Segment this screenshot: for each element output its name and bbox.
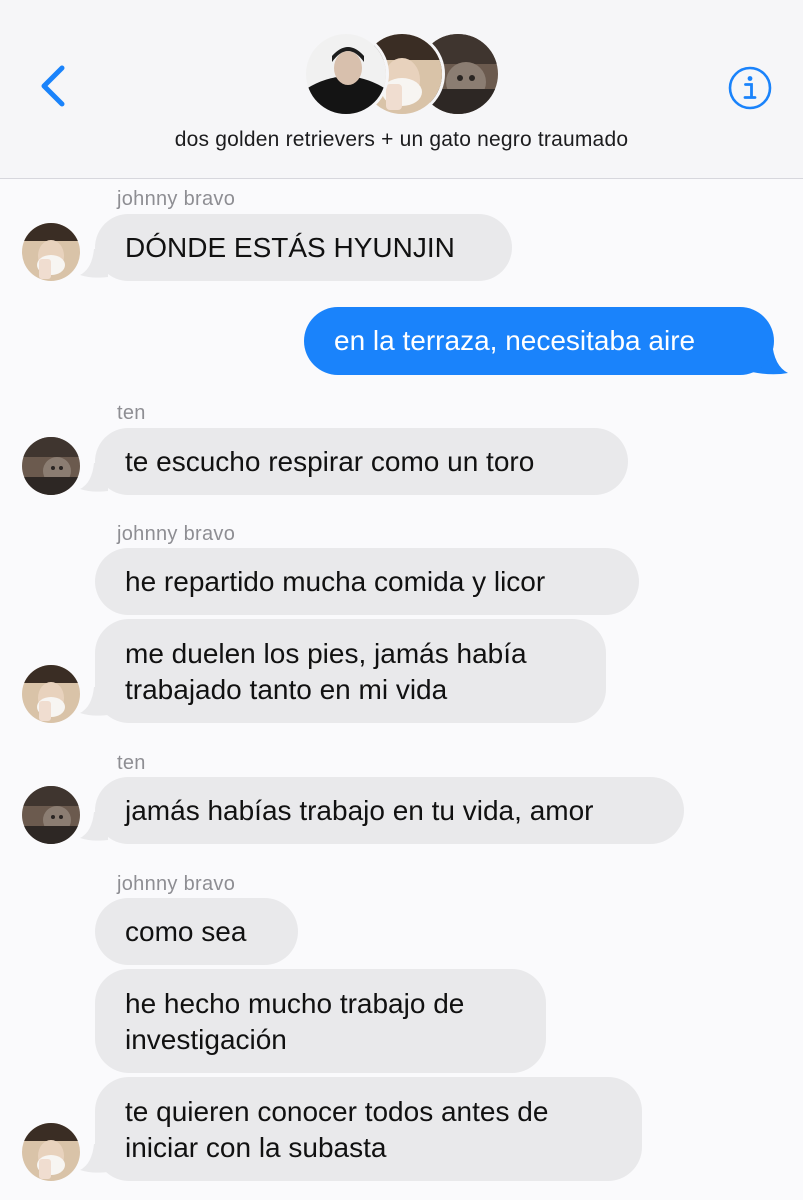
message-text: DÓNDE ESTÁS HYUNJIN: [125, 231, 455, 263]
sender-name: ten: [117, 752, 146, 774]
avatar-johnny-bravo[interactable]: [22, 1123, 80, 1181]
group-avatar-hyunjin: [306, 34, 386, 114]
message-bubble-outgoing[interactable]: en la terraza, necesitaba aire: [304, 307, 774, 375]
message-bubble[interactable]: he repartido mucha comida y licor: [95, 548, 639, 615]
message-bubble[interactable]: te escucho respirar como un toro: [95, 428, 628, 495]
sender-name: johnny bravo: [117, 873, 236, 895]
message-text: he repartido mucha comida y licor: [125, 565, 546, 597]
info-button[interactable]: [727, 65, 773, 111]
message-text: he hecho mucho trabajo de investigación: [125, 988, 465, 1055]
avatar-ten[interactable]: [22, 786, 80, 844]
group-name[interactable]: dos golden retrievers + un gato negro tr…: [0, 128, 803, 152]
sender-name: johnny bravo: [117, 188, 236, 210]
message-text: te quieren conocer todos antes de inicia…: [125, 1096, 549, 1163]
sender-name: johnny bravo: [117, 523, 236, 545]
message-text: te escucho respirar como un toro: [125, 445, 535, 477]
info-icon: [728, 66, 772, 110]
back-button[interactable]: [34, 62, 74, 110]
message-bubble[interactable]: he hecho mucho trabajo de investigación: [95, 969, 546, 1073]
conversation-header: dos golden retrievers + un gato negro tr…: [0, 0, 803, 179]
group-avatars[interactable]: [306, 34, 498, 114]
avatar-ten[interactable]: [22, 437, 80, 495]
message-bubble[interactable]: DÓNDE ESTÁS HYUNJIN: [95, 214, 512, 281]
message-bubble[interactable]: me duelen los pies, jamás había trabajad…: [95, 619, 606, 723]
message-text: jamás habías trabajo en tu vida, amor: [125, 794, 594, 826]
avatar-johnny-bravo[interactable]: [22, 223, 80, 281]
message-text: como sea: [125, 915, 247, 947]
avatar-johnny-bravo[interactable]: [22, 665, 80, 723]
sender-name: ten: [117, 402, 146, 424]
message-bubble[interactable]: te quieren conocer todos antes de inicia…: [95, 1077, 642, 1181]
message-bubble[interactable]: jamás habías trabajo en tu vida, amor: [95, 777, 684, 844]
chevron-left-icon: [41, 65, 65, 107]
message-text: me duelen los pies, jamás había trabajad…: [125, 638, 527, 705]
message-text: en la terraza, necesitaba aire: [334, 325, 696, 356]
message-bubble[interactable]: como sea: [95, 898, 298, 965]
